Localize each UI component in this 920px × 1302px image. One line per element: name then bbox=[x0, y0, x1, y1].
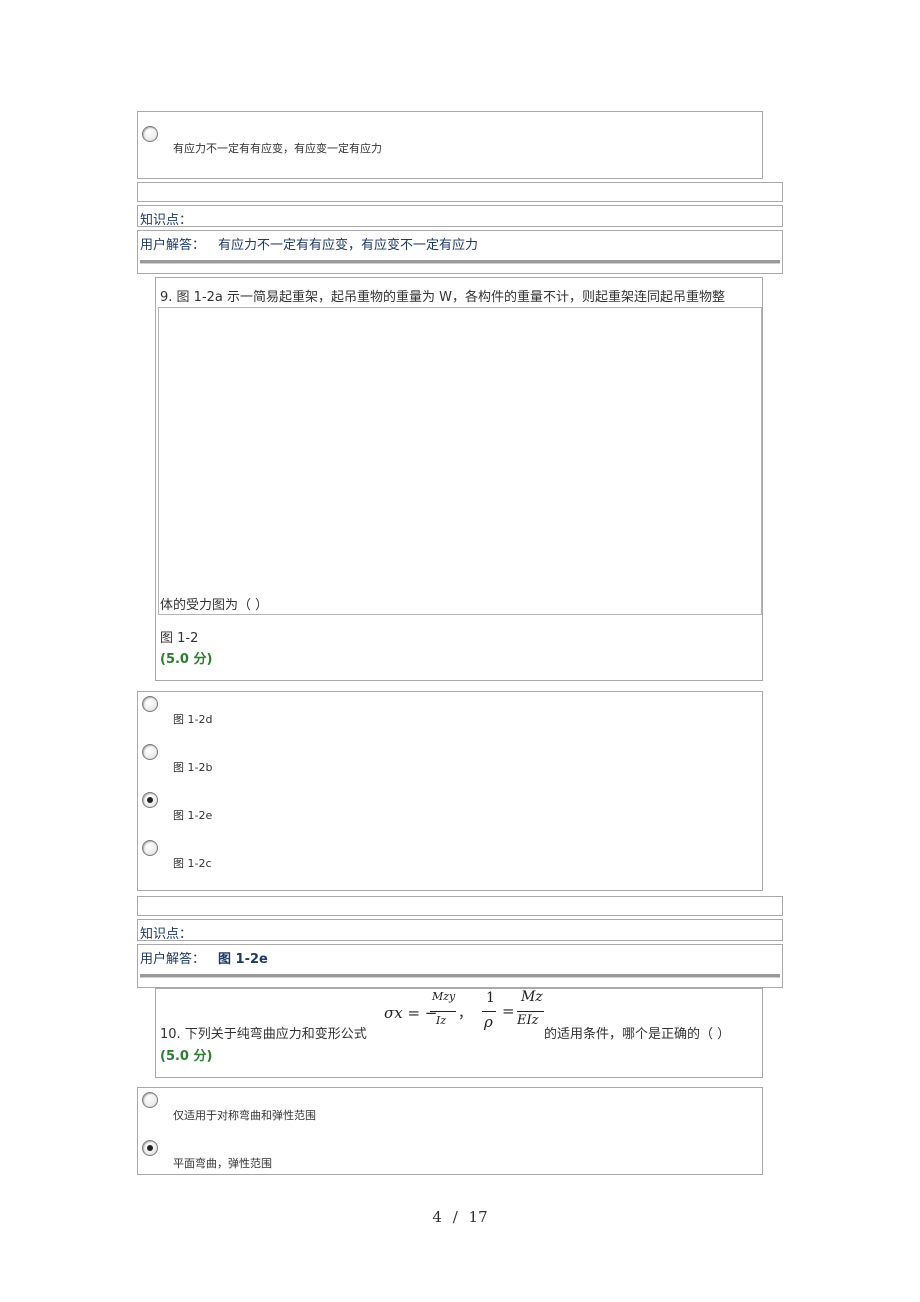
q10-formula-den1: Iz bbox=[436, 1014, 447, 1027]
q8-option-label: 有应力不一定有有应变，有应变一定有应力 bbox=[173, 142, 382, 155]
page-current: 4 bbox=[432, 1208, 442, 1226]
q9-empty-row bbox=[137, 896, 783, 916]
q8-radio-option[interactable] bbox=[142, 126, 158, 142]
q10-question-text-before: 10. 下列关于纯弯曲应力和变形公式 bbox=[160, 1027, 367, 1042]
q9-option-label-2: 图 1-2b bbox=[173, 761, 213, 774]
q8-user-answer-label: 用户解答： bbox=[140, 238, 206, 253]
q10-option-label-2: 平面弯曲，弹性范围 bbox=[173, 1157, 272, 1170]
q9-question-box: 9. 图 1-2a 示一简易起重架，起吊重物的重量为 W，各构件的重量不计，则起… bbox=[155, 277, 763, 681]
q8-knowledge-label: 知识点： bbox=[140, 213, 193, 228]
q9-user-answer-label: 用户解答： bbox=[140, 952, 206, 967]
q8-separator bbox=[140, 260, 780, 264]
q9-separator bbox=[140, 974, 780, 978]
q9-option-label-1: 图 1-2d bbox=[173, 713, 213, 726]
q8-user-answer-value: 有应力不一定有有应变，有应变不一定有应力 bbox=[218, 238, 479, 253]
q10-formula-num3: Mz bbox=[521, 989, 543, 1005]
q9-knowledge-label: 知识点： bbox=[140, 927, 193, 942]
q9-radio-option-1[interactable] bbox=[142, 696, 158, 712]
q9-knowledge-row: 知识点： bbox=[137, 919, 783, 942]
page-number: 4 / 17 bbox=[0, 1208, 920, 1226]
q9-score: (5.0 分) bbox=[160, 652, 213, 667]
page-total: 17 bbox=[468, 1208, 488, 1226]
q9-question-text-line1: 9. 图 1-2a 示一简易起重架，起吊重物的重量为 W，各构件的重量不计，则起… bbox=[160, 290, 725, 305]
q10-formula-sep: ， bbox=[458, 1006, 472, 1022]
q10-score: (5.0 分) bbox=[160, 1049, 213, 1064]
q8-empty-row bbox=[137, 182, 783, 202]
q8-user-answer-row: 用户解答： 有应力不一定有有应变，有应变不一定有应力 bbox=[137, 230, 783, 274]
q10-formula: σx = − Mzy Iz ， 1 ρ = Mz EIz bbox=[384, 989, 544, 1037]
q9-user-answer-value: 图 1-2e bbox=[218, 952, 268, 967]
page-separator: / bbox=[452, 1208, 458, 1226]
q9-radio-option-2[interactable] bbox=[142, 744, 158, 760]
q10-radio-option-1[interactable] bbox=[142, 1092, 158, 1108]
q9-user-answer-row: 用户解答： 图 1-2e bbox=[137, 944, 783, 988]
q9-radio-option-3[interactable] bbox=[142, 792, 158, 808]
q9-option-label-4: 图 1-2c bbox=[173, 857, 212, 870]
q10-formula-bar3 bbox=[517, 1011, 544, 1012]
q10-question-text-after: 的适用条件，哪个是正确的（ ） bbox=[544, 1027, 731, 1042]
q10-formula-bar1 bbox=[430, 1011, 456, 1012]
q10-option-label-1: 仅适用于对称弯曲和弹性范围 bbox=[173, 1109, 316, 1122]
q10-formula-eq2: = bbox=[502, 1002, 515, 1020]
q10-formula-num2: 1 bbox=[486, 990, 495, 1006]
q9-option-label-3: 图 1-2e bbox=[173, 809, 213, 822]
q8-option-box: 有应力不一定有有应变，有应变一定有应力 bbox=[137, 111, 763, 179]
q9-options-box: 图 1-2d 图 1-2b 图 1-2e 图 1-2c bbox=[137, 691, 763, 891]
q9-figure-area bbox=[158, 307, 762, 615]
q8-knowledge-row: 知识点： bbox=[137, 205, 783, 228]
q10-formula-den3: EIz bbox=[517, 1013, 539, 1028]
q10-options-box: 仅适用于对称弯曲和弹性范围 平面弯曲，弹性范围 bbox=[137, 1087, 763, 1175]
q9-radio-option-4[interactable] bbox=[142, 840, 158, 856]
q9-question-text-line2: 体的受力图为（ ） bbox=[160, 598, 269, 613]
q10-formula-lhs: σx = − bbox=[384, 1004, 438, 1022]
q10-formula-bar2 bbox=[482, 1011, 496, 1012]
q10-formula-den2: ρ bbox=[484, 1013, 493, 1031]
q10-question-box: 10. 下列关于纯弯曲应力和变形公式 σx = − Mzy Iz ， 1 ρ =… bbox=[155, 988, 763, 1078]
q10-radio-option-2[interactable] bbox=[142, 1140, 158, 1156]
q9-figure-caption: 图 1-2 bbox=[160, 631, 199, 646]
q10-formula-num1: Mzy bbox=[432, 990, 456, 1003]
